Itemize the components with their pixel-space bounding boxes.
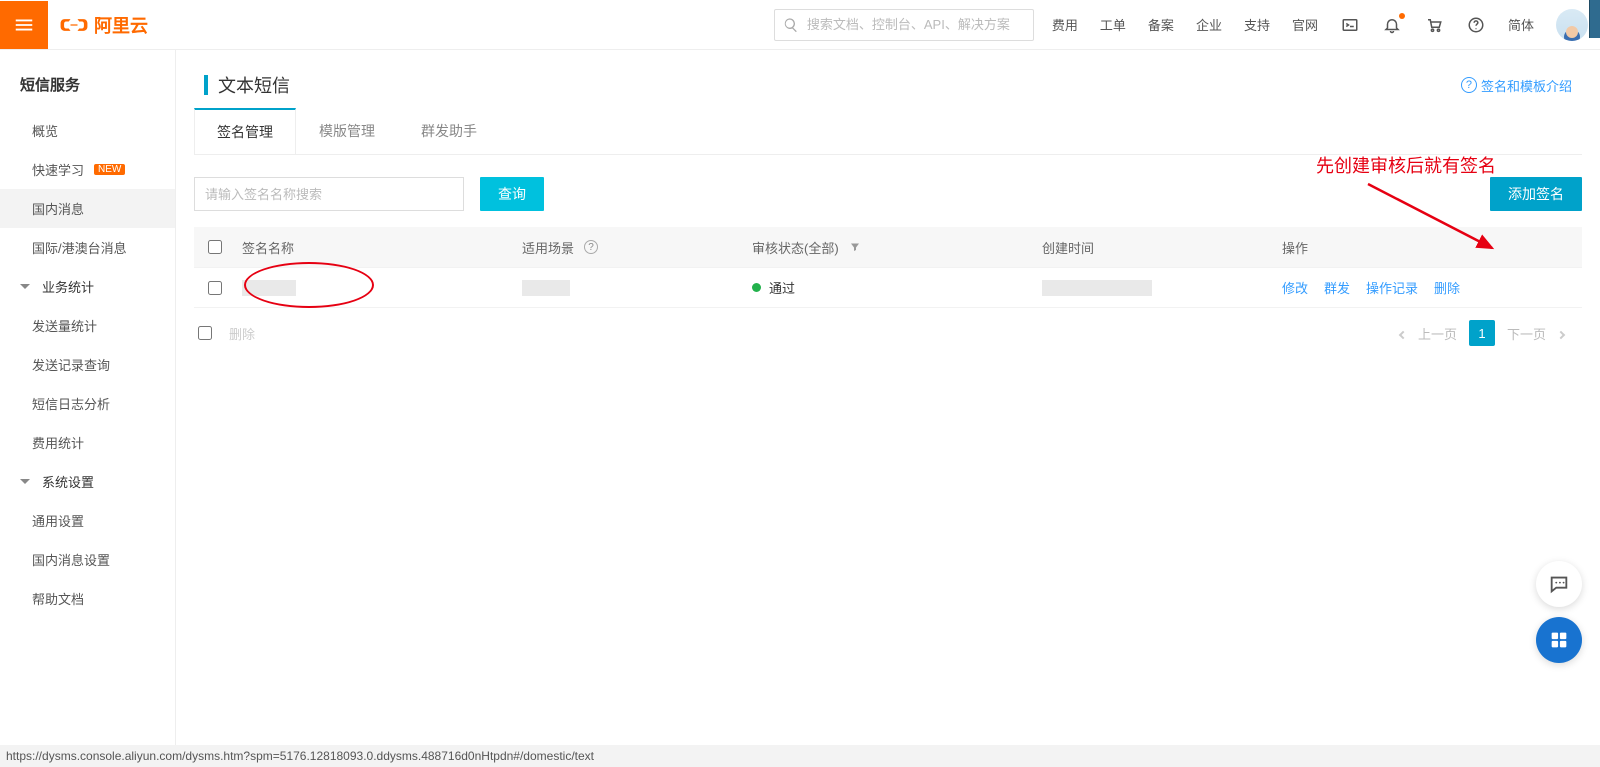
- op-edit[interactable]: 修改: [1282, 278, 1308, 297]
- sidebar-item-send-records[interactable]: 发送记录查询: [0, 345, 175, 384]
- sidebar-group-stats[interactable]: 业务统计: [0, 267, 175, 306]
- op-delete[interactable]: 删除: [1434, 278, 1460, 297]
- help-icon[interactable]: [1466, 15, 1486, 35]
- bulk-delete[interactable]: 删除: [229, 324, 255, 343]
- cart-icon[interactable]: [1424, 15, 1444, 35]
- bell-icon[interactable]: [1382, 15, 1402, 35]
- tab-template[interactable]: 模版管理: [296, 108, 398, 154]
- top-link-lang[interactable]: 简体: [1508, 15, 1534, 34]
- sidebar-item-quickstart[interactable]: 快速学习NEW: [0, 150, 175, 189]
- filter-icon: [849, 241, 861, 253]
- col-ops: 操作: [1274, 238, 1582, 257]
- sidebar-group-settings[interactable]: 系统设置: [0, 462, 175, 501]
- col-status[interactable]: 审核状态(全部): [744, 238, 1034, 257]
- scene-help-icon[interactable]: ?: [584, 240, 598, 254]
- col-time: 创建时间: [1034, 238, 1274, 257]
- cell-status: 通过: [744, 278, 1034, 297]
- sidebar-item-overview[interactable]: 概览: [0, 111, 175, 150]
- status-dot-pass: [752, 283, 761, 292]
- bulk-row: 删除 上一页 1 下一页: [194, 320, 1582, 346]
- cell-sign-name: [234, 280, 514, 296]
- add-signature-button[interactable]: 添加签名: [1490, 177, 1582, 211]
- page-title: 文本短信: [204, 72, 290, 98]
- query-button[interactable]: 查询: [480, 177, 544, 211]
- select-all-checkbox[interactable]: [208, 240, 222, 254]
- col-scene: 适用场景?: [514, 238, 744, 257]
- help-link-signature[interactable]: ?签名和模板介绍: [1461, 76, 1572, 95]
- user-avatar[interactable]: [1556, 9, 1588, 41]
- menu-toggle[interactable]: [0, 1, 48, 49]
- signature-table: 签名名称 适用场景? 审核状态(全部) 创建时间 操作 通过 修改 群发 操作记…: [194, 227, 1582, 308]
- toolbar: 查询 添加签名: [194, 177, 1582, 211]
- sidebar-item-log[interactable]: 短信日志分析: [0, 384, 175, 423]
- cell-scene: [514, 280, 744, 296]
- pager-next-label: 下一页: [1507, 324, 1546, 343]
- cell-time: [1034, 280, 1274, 296]
- sidebar-item-domestic[interactable]: 国内消息: [0, 189, 175, 228]
- sidebar-item-send-stats[interactable]: 发送量统计: [0, 306, 175, 345]
- browser-status-url: https://dysms.console.aliyun.com/dysms.h…: [0, 745, 1600, 767]
- op-bulk[interactable]: 群发: [1324, 278, 1350, 297]
- scroll-marker: [1589, 0, 1600, 38]
- pager-prev[interactable]: [1400, 326, 1406, 341]
- sidebar-item-intl[interactable]: 国际/港澳台消息: [0, 228, 175, 267]
- top-link-ent[interactable]: 企业: [1196, 15, 1222, 34]
- sidebar-item-docs[interactable]: 帮助文档: [0, 579, 175, 618]
- float-chat-button[interactable]: [1536, 561, 1582, 607]
- signature-search-input[interactable]: [194, 177, 464, 211]
- search-icon: [783, 17, 799, 33]
- table-row: 通过 修改 群发 操作记录 删除: [194, 267, 1582, 307]
- top-link-support[interactable]: 支持: [1244, 15, 1270, 34]
- pager-current[interactable]: 1: [1469, 320, 1495, 346]
- tab-signature[interactable]: 签名管理: [194, 108, 296, 154]
- new-badge: NEW: [94, 164, 125, 175]
- op-log[interactable]: 操作记录: [1366, 278, 1418, 297]
- topbar: 阿里云 费用 工单 备案 企业 支持 官网 简体: [0, 0, 1600, 50]
- top-link-ticket[interactable]: 工单: [1100, 15, 1126, 34]
- pager-prev-label: 上一页: [1418, 324, 1457, 343]
- sidebar-item-fee-stats[interactable]: 费用统计: [0, 423, 175, 462]
- top-link-site[interactable]: 官网: [1292, 15, 1318, 34]
- brand-logo[interactable]: 阿里云: [60, 11, 148, 39]
- tab-bulk[interactable]: 群发助手: [398, 108, 500, 154]
- top-link-fee[interactable]: 费用: [1052, 15, 1078, 34]
- main-content: 文本短信 ?签名和模板介绍 先创建审核后就有签名 签名管理 模版管理 群发助手 …: [176, 50, 1600, 745]
- global-search[interactable]: [774, 9, 1034, 41]
- cell-ops: 修改 群发 操作记录 删除: [1274, 278, 1582, 297]
- row-checkbox[interactable]: [208, 281, 222, 295]
- brand-name: 阿里云: [94, 12, 148, 38]
- help-icon-circle: ?: [1461, 77, 1477, 93]
- col-sign-name: 签名名称: [234, 238, 514, 257]
- terminal-icon[interactable]: [1340, 15, 1360, 35]
- sidebar-item-general-settings[interactable]: 通用设置: [0, 501, 175, 540]
- global-search-input[interactable]: [805, 16, 1025, 33]
- tabs: 签名管理 模版管理 群发助手: [194, 108, 1582, 155]
- bulk-select-all[interactable]: [198, 326, 212, 340]
- sidebar-title: 短信服务: [0, 60, 175, 111]
- annotation-text: 先创建审核后就有签名: [1316, 152, 1496, 178]
- sidebar: 短信服务 概览 快速学习NEW 国内消息 国际/港澳台消息 业务统计 发送量统计…: [0, 50, 176, 745]
- top-nav-links: 费用 工单 备案 企业 支持 官网 简体: [1052, 15, 1534, 35]
- float-apps-button[interactable]: [1536, 617, 1582, 663]
- table-header: 签名名称 适用场景? 审核状态(全部) 创建时间 操作: [194, 227, 1582, 267]
- sidebar-item-domestic-settings[interactable]: 国内消息设置: [0, 540, 175, 579]
- top-link-beian[interactable]: 备案: [1148, 15, 1174, 34]
- pager-next[interactable]: [1558, 326, 1564, 341]
- notification-dot: [1399, 13, 1405, 19]
